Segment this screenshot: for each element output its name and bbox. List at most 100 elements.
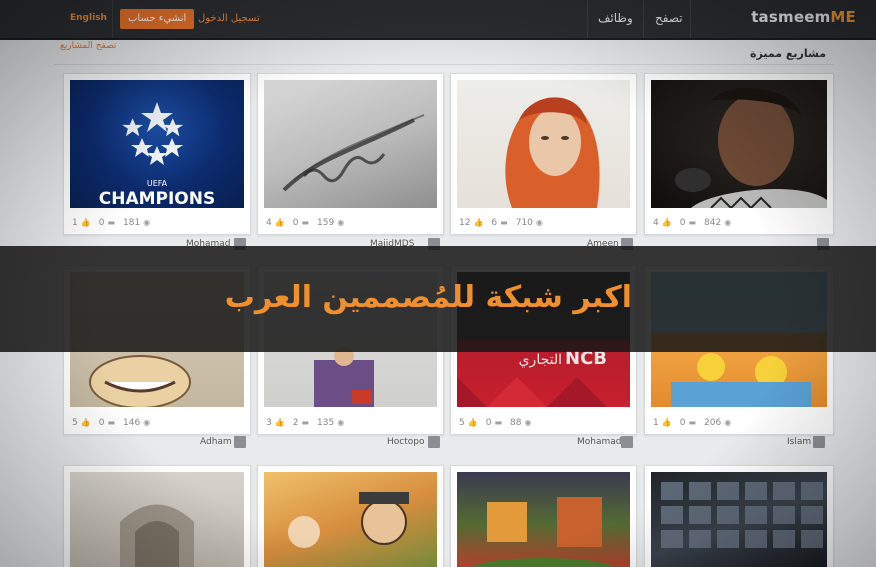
like-icon: 👍 xyxy=(473,218,484,227)
author-name[interactable]: Islam xyxy=(787,437,811,447)
avatar[interactable] xyxy=(813,436,825,448)
champions-text: CHAMPIONS xyxy=(99,189,216,208)
comment-icon: ▬ xyxy=(301,218,309,227)
project-card[interactable]: 4 👍 0 ▬ 159 ◉ xyxy=(257,73,444,235)
views-count: 206 xyxy=(704,418,722,428)
like-icon: 👍 xyxy=(661,218,672,227)
project-stats: 5 👍 0 ▬ 146 ◉ xyxy=(72,418,158,428)
featured-projects-title: مشاريع مميزة xyxy=(750,47,826,60)
language-switch[interactable]: English xyxy=(70,13,107,23)
hijab-illustration xyxy=(505,97,600,208)
project-card[interactable]: UEFA CHAMPIONS 1 👍 0 ▬ 181 ◉ xyxy=(63,73,251,235)
uefa-text: UEFA xyxy=(147,179,168,188)
project-stats: 12 👍 6 ▬ 710 ◉ xyxy=(459,218,551,228)
like-icon: 👍 xyxy=(274,418,285,427)
comment-icon: ▬ xyxy=(301,418,309,427)
comments-count: 0 xyxy=(292,218,299,228)
likes-count: 4 xyxy=(653,218,659,228)
project-thumbnail[interactable] xyxy=(264,472,437,567)
views-count: 146 xyxy=(123,418,141,428)
views-count: 159 xyxy=(317,218,335,228)
banner-headline: اكبر شبكة للمُصممين العرب xyxy=(224,280,632,315)
comment-icon: ▬ xyxy=(107,418,115,427)
comments-count: 2 xyxy=(292,418,299,428)
eye-icon: ◉ xyxy=(143,218,151,227)
views-count: 842 xyxy=(704,218,722,228)
comment-icon: ▬ xyxy=(688,418,696,427)
brand-accent: ME xyxy=(830,8,856,26)
singer-photo xyxy=(675,88,827,208)
brand-name: tasmeem xyxy=(751,8,831,26)
likes-count: 1 xyxy=(72,218,78,228)
comments-count: 0 xyxy=(485,418,492,428)
likes-count: 5 xyxy=(459,418,465,428)
garden-scene xyxy=(473,497,613,567)
hero-banner: اكبر شبكة للمُصممين العرب xyxy=(0,246,876,352)
avatar[interactable] xyxy=(428,436,440,448)
nav-divider xyxy=(643,0,644,38)
comment-icon: ▬ xyxy=(494,418,502,427)
section-divider xyxy=(54,64,834,65)
project-stats: 3 👍 2 ▬ 135 ◉ xyxy=(266,418,352,428)
author-name[interactable]: Adham xyxy=(200,437,232,447)
comments-count: 6 xyxy=(491,218,498,228)
page: tasmeemME تصفح وظائف تسجيل الدخول انشيء … xyxy=(0,0,876,567)
nav-browse[interactable]: تصفح xyxy=(655,11,683,25)
project-card[interactable] xyxy=(63,465,251,567)
views-count: 181 xyxy=(123,218,141,228)
browse-projects-link[interactable]: تصفح المشاريع xyxy=(60,41,116,51)
eye-icon: ◉ xyxy=(535,218,543,227)
project-thumbnail[interactable] xyxy=(651,80,827,208)
eye-icon: ◉ xyxy=(337,418,345,427)
photo-grid-artwork xyxy=(661,482,823,548)
likes-count: 3 xyxy=(266,418,272,428)
eye-icon: ◉ xyxy=(724,218,732,227)
calligraphy-artwork xyxy=(282,114,425,192)
project-card[interactable] xyxy=(644,465,834,567)
project-stats: 4 👍 0 ▬ 842 ◉ xyxy=(653,218,739,228)
ncb-arabic-text: التجاري xyxy=(519,352,562,368)
likes-count: 5 xyxy=(72,418,78,428)
like-icon: 👍 xyxy=(80,418,91,427)
views-count: 88 xyxy=(510,418,522,428)
avatar[interactable] xyxy=(621,436,633,448)
project-stats: 4 👍 0 ▬ 159 ◉ xyxy=(266,218,352,228)
project-card[interactable]: 4 👍 0 ▬ 842 ◉ xyxy=(644,73,834,235)
comments-count: 0 xyxy=(679,418,686,428)
views-count: 710 xyxy=(515,218,533,228)
eye-icon: ◉ xyxy=(724,418,732,427)
likes-count: 12 xyxy=(459,218,471,228)
project-card[interactable] xyxy=(450,465,637,567)
project-card[interactable]: 12 👍 6 ▬ 710 ◉ xyxy=(450,73,637,235)
eye-icon: ◉ xyxy=(143,418,151,427)
eye-icon: ◉ xyxy=(524,418,532,427)
author-name[interactable]: Mohamad xyxy=(577,437,622,447)
brand-logo[interactable]: tasmeemME xyxy=(751,8,856,26)
login-link[interactable]: تسجيل الدخول xyxy=(198,13,260,24)
project-thumbnail[interactable] xyxy=(651,472,827,567)
project-card[interactable] xyxy=(257,465,444,567)
like-icon: 👍 xyxy=(80,218,91,227)
comments-count: 0 xyxy=(98,218,105,228)
project-thumbnail[interactable] xyxy=(70,472,244,567)
project-stats: 1 👍 0 ▬ 181 ◉ xyxy=(72,218,158,228)
project-thumbnail[interactable] xyxy=(457,80,630,208)
views-count: 135 xyxy=(317,418,335,428)
likes-count: 4 xyxy=(266,218,272,228)
nav-jobs[interactable]: وظائف xyxy=(598,11,633,25)
author-name[interactable]: Hoctopo xyxy=(387,437,424,447)
project-thumbnail[interactable]: UEFA CHAMPIONS xyxy=(70,80,244,208)
champions-league-logo: UEFA CHAMPIONS xyxy=(99,102,216,208)
top-navigation-bar: tasmeemME تصفح وظائف تسجيل الدخول انشيء … xyxy=(0,0,876,40)
project-stats: 1 👍 0 ▬ 206 ◉ xyxy=(653,418,739,428)
like-icon: 👍 xyxy=(661,418,672,427)
signup-button[interactable]: انشيء حساب xyxy=(120,9,195,29)
comments-count: 0 xyxy=(98,418,105,428)
architecture-photo xyxy=(120,504,194,567)
like-icon: 👍 xyxy=(467,418,478,427)
project-thumbnail[interactable] xyxy=(264,80,437,208)
eye-icon: ◉ xyxy=(337,218,345,227)
avatar[interactable] xyxy=(234,436,246,448)
project-thumbnail[interactable] xyxy=(457,472,630,567)
nav-divider xyxy=(587,0,588,38)
